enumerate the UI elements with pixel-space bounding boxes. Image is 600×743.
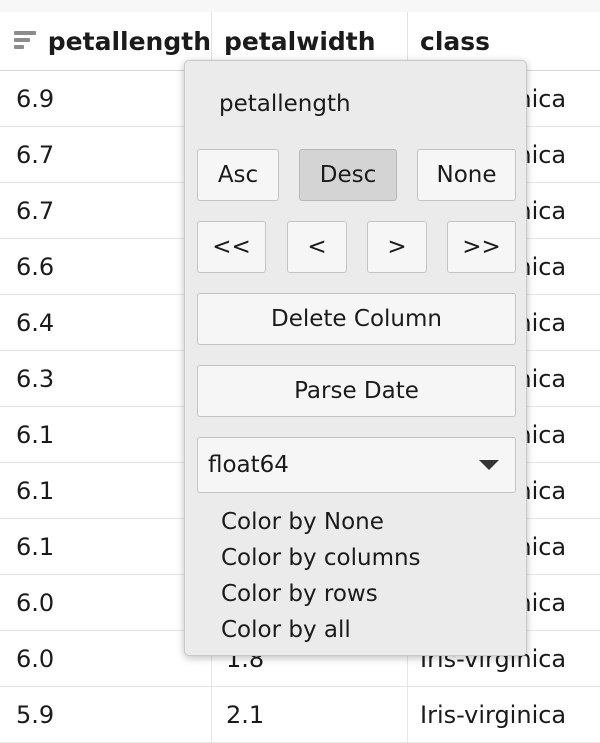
table-cell[interactable]: 5.9 [0, 687, 212, 743]
table-cell[interactable]: 6.7 [0, 127, 212, 183]
table-row: 5.9 2.1 Iris-virginica [0, 687, 600, 743]
move-last-button[interactable]: >> [447, 221, 516, 273]
column-menu-popup: petallength Asc Desc None << < > >> Dele… [184, 60, 527, 656]
table-cell[interactable]: 6.0 [0, 631, 212, 687]
table-cell[interactable]: 6.3 [0, 351, 212, 407]
move-prev-button[interactable]: < [287, 221, 347, 273]
table-cell[interactable]: 6.4 [0, 295, 212, 351]
table-cell[interactable]: 6.1 [0, 463, 212, 519]
delete-column-button[interactable]: Delete Column [197, 293, 516, 345]
move-next-button[interactable]: > [367, 221, 427, 273]
table-cell[interactable]: 2.1 [212, 687, 408, 743]
column-header-label: petallength [47, 26, 211, 56]
table-cell[interactable]: 6.1 [0, 407, 212, 463]
dropdown-arrow-icon [479, 460, 499, 470]
parse-date-button[interactable]: Parse Date [197, 365, 516, 417]
table-cell[interactable]: 6.6 [0, 239, 212, 295]
column-header-label: class [420, 26, 491, 56]
table-cell[interactable]: 6.1 [0, 519, 212, 575]
move-first-button[interactable]: << [197, 221, 266, 273]
sort-asc-button[interactable]: Asc [197, 149, 279, 201]
column-header-label: petalwidth [224, 26, 376, 56]
column-header-petallength[interactable]: petallength [0, 12, 212, 70]
table-cell[interactable]: 6.0 [0, 575, 212, 631]
color-by-columns-option[interactable]: Color by columns [221, 545, 421, 571]
dtype-select[interactable]: float64 [197, 437, 516, 493]
table-cell[interactable]: 6.7 [0, 183, 212, 239]
table-cell[interactable]: Iris-virginica [408, 687, 600, 743]
color-by-all-option[interactable]: Color by all [221, 617, 351, 643]
dtype-selected-value: float64 [208, 452, 289, 478]
sort-desc-button[interactable]: Desc [299, 149, 397, 201]
popup-column-title: petallength [219, 91, 351, 117]
sort-desc-icon[interactable] [14, 30, 36, 52]
color-by-none-option[interactable]: Color by None [221, 509, 384, 535]
sort-none-button[interactable]: None [417, 149, 516, 201]
color-by-rows-option[interactable]: Color by rows [221, 581, 378, 607]
table-cell[interactable]: 6.9 [0, 71, 212, 127]
